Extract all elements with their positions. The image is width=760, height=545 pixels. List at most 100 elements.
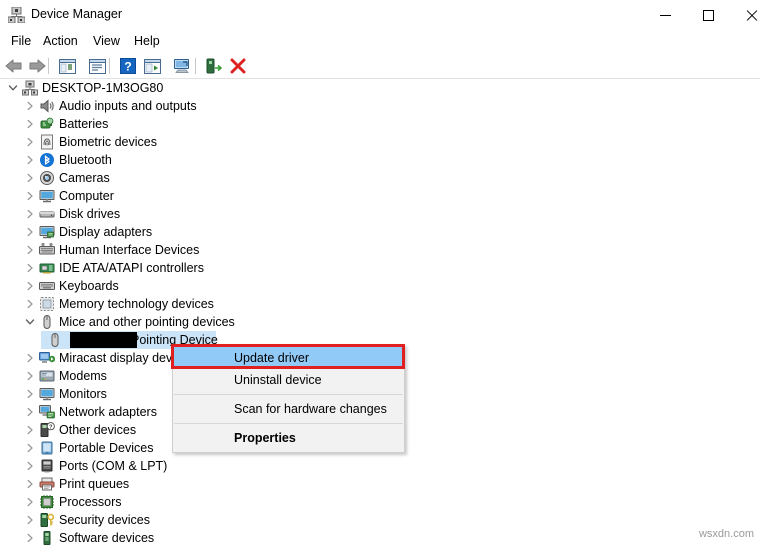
tree-item-batteries[interactable]: Batteries xyxy=(0,115,760,133)
tree-item-bluetooth[interactable]: Bluetooth xyxy=(0,151,760,169)
context-menu[interactable]: Update driver Uninstall device Scan for ha… xyxy=(172,344,405,453)
tree-item-label: Mice and other pointing devices xyxy=(59,315,235,329)
menu-view[interactable]: View xyxy=(88,32,125,51)
tree-item-label: Print queues xyxy=(59,477,130,491)
chevron-right-icon[interactable] xyxy=(22,223,38,241)
network-adapter-icon xyxy=(39,404,55,420)
back-icon xyxy=(5,59,22,73)
chevron-right-icon[interactable] xyxy=(22,493,38,511)
menu-help[interactable]: Help xyxy=(129,32,165,51)
chevron-right-icon[interactable] xyxy=(22,241,38,259)
tree-item-print-queues[interactable]: Print queues xyxy=(0,475,760,493)
chevron-right-icon[interactable] xyxy=(22,439,38,457)
chevron-right-icon[interactable] xyxy=(22,529,38,545)
menu-file[interactable]: File xyxy=(6,32,36,51)
bluetooth-icon xyxy=(39,152,55,168)
context-menu-item-scan-for-hardware-changes[interactable]: Scan for hardware changes xyxy=(173,398,404,420)
tree-item-mice-and-other-pointing-devices[interactable]: Mice and other pointing devices xyxy=(0,313,760,331)
device-manager-icon xyxy=(7,6,26,24)
tree-item-disk-drives[interactable]: Disk drives xyxy=(0,205,760,223)
back-button[interactable] xyxy=(3,56,25,76)
tree-item-cameras[interactable]: Cameras xyxy=(0,169,760,187)
chevron-right-icon[interactable] xyxy=(22,277,38,295)
scan-hardware-button[interactable] xyxy=(171,56,193,76)
menu-action[interactable]: Action xyxy=(38,32,83,51)
window-title: Device Manager xyxy=(31,7,123,21)
chevron-down-icon[interactable] xyxy=(22,313,38,331)
show-hide-console-tree-icon xyxy=(58,58,76,74)
monitor-icon xyxy=(39,386,55,402)
display-adapter-icon xyxy=(39,224,55,240)
chevron-right-icon[interactable] xyxy=(22,403,38,421)
tree-item-computer[interactable]: Computer xyxy=(0,187,760,205)
printer-icon xyxy=(39,476,55,492)
redaction-bar xyxy=(70,332,137,348)
software-device-icon xyxy=(39,530,55,545)
chevron-right-icon[interactable] xyxy=(22,367,38,385)
tree-item-label: Disk drives xyxy=(59,207,121,221)
device-tree[interactable]: DESKTOP-1M3OG80 Audio inputs and outputs B… xyxy=(0,79,760,545)
chevron-right-icon[interactable] xyxy=(22,169,38,187)
minimize-button[interactable] xyxy=(643,0,688,30)
camera-icon xyxy=(39,170,55,186)
chevron-right-icon[interactable] xyxy=(22,259,38,277)
chevron-right-icon[interactable] xyxy=(22,187,38,205)
device-manager-window: Device Manager File Action View Help ? D… xyxy=(0,0,760,545)
tree-item-biometric-devices[interactable]: Biometric devices xyxy=(0,133,760,151)
enable-device-button[interactable] xyxy=(203,56,225,76)
computer-node-icon xyxy=(22,80,38,96)
toolbar-separator xyxy=(48,58,49,74)
disable-device-icon xyxy=(230,58,246,74)
svg-text:?: ? xyxy=(49,424,52,430)
tree-item-security-devices[interactable]: Security devices xyxy=(0,511,760,529)
chevron-right-icon[interactable] xyxy=(22,421,38,439)
mouse-icon xyxy=(47,332,63,348)
chevron-right-icon[interactable] xyxy=(22,205,38,223)
chevron-right-icon[interactable] xyxy=(22,295,38,313)
context-menu-item-properties[interactable]: Properties xyxy=(173,427,404,449)
tree-item-human-interface-devices[interactable]: Human Interface Devices xyxy=(0,241,760,259)
tree-item-label: Monitors xyxy=(59,387,107,401)
properties-icon xyxy=(88,58,106,74)
context-menu-item-uninstall-device[interactable]: Uninstall device xyxy=(173,369,404,391)
tree-item-label: Modems xyxy=(59,369,107,383)
chevron-right-icon[interactable] xyxy=(22,385,38,403)
show-hide-console-tree-button[interactable] xyxy=(56,56,78,76)
tree-item-label: Biometric devices xyxy=(59,135,157,149)
tree-item-label: Ports (COM & LPT) xyxy=(59,459,168,473)
monitor-icon xyxy=(39,188,55,204)
tree-item-ide-ata-atapi-controllers[interactable]: IDE ATA/ATAPI controllers xyxy=(0,259,760,277)
tree-item-label: Human Interface Devices xyxy=(59,243,200,257)
tree-item-keyboards[interactable]: Keyboards xyxy=(0,277,760,295)
maximize-button[interactable] xyxy=(686,0,731,30)
forward-button[interactable] xyxy=(26,56,48,76)
chevron-right-icon[interactable] xyxy=(22,349,38,367)
tree-item-processors[interactable]: Processors xyxy=(0,493,760,511)
chevron-down-icon[interactable] xyxy=(5,79,21,97)
properties-button[interactable] xyxy=(86,56,108,76)
processor-icon xyxy=(39,494,55,510)
chevron-right-icon[interactable] xyxy=(22,511,38,529)
chevron-right-icon[interactable] xyxy=(22,151,38,169)
tree-root-node[interactable]: DESKTOP-1M3OG80 xyxy=(0,79,760,97)
memory-icon xyxy=(39,296,55,312)
help-button[interactable]: ? xyxy=(117,56,139,76)
tree-item-software-devices[interactable]: Software devices xyxy=(0,529,760,545)
chevron-right-icon[interactable] xyxy=(22,475,38,493)
chevron-right-icon[interactable] xyxy=(22,133,38,151)
chevron-right-icon[interactable] xyxy=(22,97,38,115)
tree-item-memory-technology-devices[interactable]: Memory technology devices xyxy=(0,295,760,313)
tree-item-display-adapters[interactable]: Display adapters xyxy=(0,223,760,241)
disable-device-button[interactable] xyxy=(227,56,249,76)
tree-item-label: Memory technology devices xyxy=(59,297,214,311)
tree-item-ports-com-lpt[interactable]: Ports (COM & LPT) xyxy=(0,457,760,475)
tree-item-label: Network adapters xyxy=(59,405,157,419)
tree-item-audio-inputs-and-outputs[interactable]: Audio inputs and outputs xyxy=(0,97,760,115)
context-menu-separator xyxy=(174,394,403,395)
update-driver-button[interactable] xyxy=(141,56,163,76)
chevron-right-icon[interactable] xyxy=(22,457,38,475)
context-menu-item-update-driver[interactable]: Update driver xyxy=(173,347,404,369)
tree-item-label: IDE ATA/ATAPI controllers xyxy=(59,261,204,275)
close-button[interactable] xyxy=(729,0,760,30)
chevron-right-icon[interactable] xyxy=(22,115,38,133)
